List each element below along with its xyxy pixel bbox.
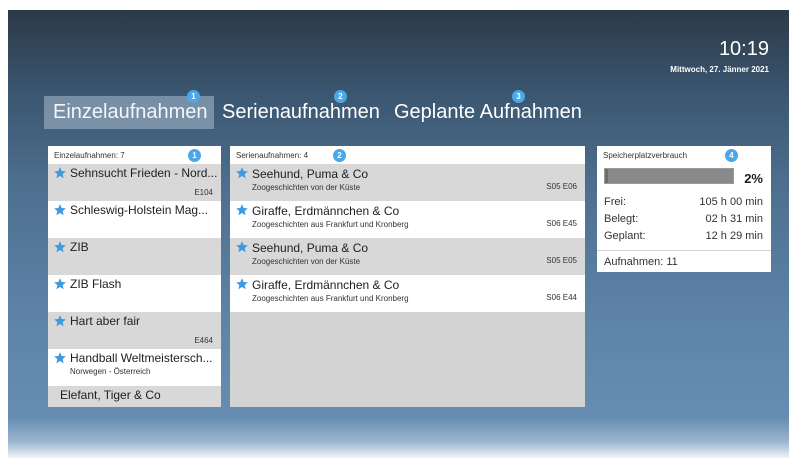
tab-label: Geplante Aufnahmen <box>394 101 582 123</box>
storage-usage-bar <box>604 168 734 184</box>
star-icon <box>53 203 67 217</box>
item-episode: E104 <box>194 188 213 197</box>
star-icon <box>53 240 67 254</box>
stat-value: 02 h 31 min <box>705 213 763 225</box>
item-title: Giraffe, Erdmännchen & Co <box>252 204 400 218</box>
star-icon <box>235 166 249 180</box>
item-title: Seehund, Puma & Co <box>252 167 369 181</box>
tab-1-badge: 1 <box>187 90 200 103</box>
list-item[interactable]: Giraffe, Erdmännchen & Co Zoogeschichten… <box>230 201 585 238</box>
stat-label: Belegt: <box>604 213 639 225</box>
tab-geplante-aufnahmen[interactable]: Geplante Aufnahmen <box>394 96 582 129</box>
stat-label: Frei: <box>604 196 626 208</box>
star-icon <box>235 277 249 291</box>
list-item[interactable]: ZIB Flash <box>48 275 221 312</box>
storage-usage-percent: 2% <box>744 171 763 186</box>
list-item[interactable]: Seehund, Puma & Co Zoogeschichten von de… <box>230 238 585 275</box>
stat-value: 105 h 00 min <box>699 196 763 208</box>
item-subtitle: Zoogeschichten von der Küste <box>252 257 361 266</box>
item-subtitle: Zoogeschichten aus Frankfurt und Kronber… <box>252 220 409 229</box>
item-title: Giraffe, Erdmännchen & Co <box>252 278 400 292</box>
series-recordings-count: Serienaufnahmen: 4 <box>236 151 309 160</box>
single-panel-badge: 1 <box>188 149 201 162</box>
item-episode: S05 E06 <box>546 182 577 191</box>
divider <box>597 250 771 251</box>
list-item[interactable]: Seehund, Puma & Co Zoogeschichten von de… <box>230 164 585 201</box>
single-recordings-header: Einzelaufnahmen: 7 1 <box>48 146 221 164</box>
item-title: Schleswig-Holstein Mag... <box>70 203 209 217</box>
tv-screen: 10:19 Mittwoch, 27. Jänner 2021 Einzelau… <box>8 10 789 458</box>
list-item[interactable]: Elefant, Tiger & Co <box>48 386 221 407</box>
item-episode: S06 E44 <box>546 293 577 302</box>
series-recordings-header: Serienaufnahmen: 4 2 <box>230 146 585 164</box>
list-item[interactable]: Hart aber fair E464 <box>48 312 221 349</box>
storage-usage-panel: Speicherplatzverbrauch 4 2% Frei: 105 h … <box>597 146 771 272</box>
storage-usage-header: Speicherplatzverbrauch 4 <box>597 146 771 164</box>
tab-3-badge: 3 <box>512 90 525 103</box>
clock-time: 10:19 <box>718 38 769 60</box>
item-title: Seehund, Puma & Co <box>252 241 369 255</box>
item-episode: S06 E45 <box>546 219 577 228</box>
recordings-count: Aufnahmen: 11 <box>604 256 678 268</box>
single-recordings-panel: Einzelaufnahmen: 7 1 Sehnsucht Frieden -… <box>48 146 221 407</box>
star-icon <box>53 277 67 291</box>
stat-value: 12 h 29 min <box>705 230 763 242</box>
single-recordings-count: Einzelaufnahmen: 7 <box>54 151 125 160</box>
item-title: Elefant, Tiger & Co <box>60 388 161 402</box>
item-episode: S05 E05 <box>546 256 577 265</box>
item-title: Handball Weltmeistersch... <box>70 351 213 365</box>
star-icon <box>53 166 67 180</box>
star-icon <box>235 240 249 254</box>
star-icon <box>53 351 67 365</box>
storage-usage-bar-fill <box>605 169 608 183</box>
item-episode: E464 <box>194 336 213 345</box>
item-title: Hart aber fair <box>70 314 141 328</box>
clock-date: Mittwoch, 27. Jänner 2021 <box>670 65 769 74</box>
storage-panel-badge: 4 <box>725 149 738 162</box>
item-subtitle: Zoogeschichten von der Küste <box>252 183 361 192</box>
tab-label: Serienaufnahmen <box>222 101 380 123</box>
tab-label: Einzelaufnahmen <box>53 101 208 123</box>
tab-serienaufnahmen[interactable]: Serienaufnahmen <box>222 96 380 129</box>
item-title: ZIB <box>70 240 89 254</box>
item-subtitle: Zoogeschichten aus Frankfurt und Kronber… <box>252 294 409 303</box>
item-title: ZIB Flash <box>70 277 122 291</box>
series-recordings-panel: Serienaufnahmen: 4 2 Seehund, Puma & Co … <box>230 146 585 407</box>
item-title: Sehnsucht Frieden - Nord... <box>70 166 218 180</box>
list-item[interactable]: Handball Weltmeistersch... Norwegen - Ös… <box>48 349 221 386</box>
tab-2-badge: 2 <box>334 90 347 103</box>
item-subtitle: Norwegen - Österreich <box>70 367 151 376</box>
star-icon <box>235 203 249 217</box>
storage-usage-title: Speicherplatzverbrauch <box>603 151 688 160</box>
list-item[interactable]: Giraffe, Erdmännchen & Co Zoogeschichten… <box>230 275 585 312</box>
list-item[interactable]: ZIB <box>48 238 221 275</box>
series-panel-badge: 2 <box>333 149 346 162</box>
stat-label: Geplant: <box>604 230 646 242</box>
list-item[interactable]: Sehnsucht Frieden - Nord... E104 <box>48 164 221 201</box>
bottom-fade <box>8 418 789 458</box>
star-icon <box>53 314 67 328</box>
list-item[interactable]: Schleswig-Holstein Mag... <box>48 201 221 238</box>
